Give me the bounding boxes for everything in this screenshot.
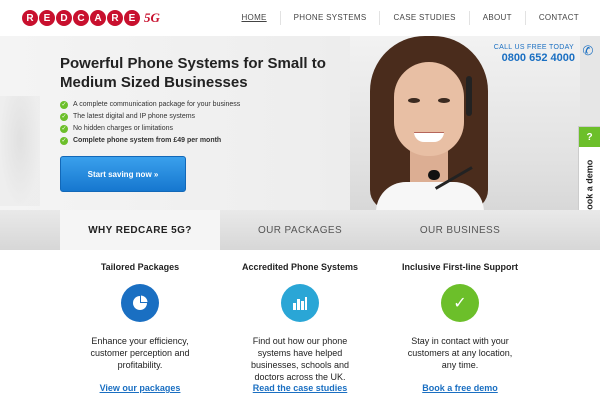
hero-banner: Powerful Phone Systems for Small to Medi… xyxy=(0,36,600,210)
view-packages-link[interactable]: View our packages xyxy=(55,383,225,393)
agent-face xyxy=(394,62,464,156)
logo-suffix: 5G xyxy=(144,10,160,25)
tab-why-redcare[interactable]: WHY REDCARE 5G? xyxy=(60,210,220,250)
pie-chart-icon xyxy=(121,284,159,322)
phone-icon: ✆ xyxy=(582,43,594,58)
phone-number[interactable]: 0800 652 4000 xyxy=(502,52,575,64)
bar-chart-icon xyxy=(281,284,319,322)
bullet-text: The latest digital and IP phone systems xyxy=(73,113,196,120)
logo-letter: A xyxy=(90,10,106,26)
logo-letter: D xyxy=(56,10,72,26)
headset-mic-tip xyxy=(428,170,440,180)
feature-title: Inclusive First-line Support xyxy=(401,262,518,272)
hero-bullet: ✓ A complete communication package for yo… xyxy=(60,99,240,111)
feature-accredited-systems: Accredited Phone Systems Find out how ou… xyxy=(215,262,385,393)
bullet-text: No hidden charges or limitations xyxy=(73,125,173,132)
check-icon: ✓ xyxy=(60,137,68,145)
info-tabs: WHY REDCARE 5G? OUR PACKAGES OUR BUSINES… xyxy=(0,210,600,250)
support-agent-photo xyxy=(362,36,497,210)
nav-case-studies[interactable]: CASE STUDIES xyxy=(379,11,468,25)
logo-letter: E xyxy=(124,10,140,26)
tab-our-business[interactable]: OUR BUSINESS xyxy=(380,210,540,250)
check-icon: ✓ xyxy=(60,113,68,121)
check-icon: ✓ xyxy=(60,101,68,109)
logo-letter: R xyxy=(22,10,38,26)
tab-our-packages[interactable]: OUR PACKAGES xyxy=(220,210,380,250)
agent-eye xyxy=(408,98,420,103)
agent-shirt xyxy=(376,182,484,210)
hero-bullet: ✓ No hidden charges or limitations xyxy=(60,123,240,135)
main-nav: HOME PHONE SYSTEMS CASE STUDIES ABOUT CO… xyxy=(228,0,592,36)
hero-title: Powerful Phone Systems for Small to Medi… xyxy=(60,55,326,91)
bullet-text: A complete communication package for you… xyxy=(73,101,241,108)
logo-letter: R xyxy=(107,10,123,26)
logo-letter: E xyxy=(39,10,55,26)
site-header: R E D C A R E 5G HOME PHONE SYSTEMS CASE… xyxy=(0,0,600,36)
feature-title: Accredited Phone Systems xyxy=(241,262,359,272)
feature-first-line-support: Inclusive First-line Support ✓ Stay in c… xyxy=(375,262,545,393)
agent-smile xyxy=(414,132,444,142)
nav-home[interactable]: HOME xyxy=(228,11,279,25)
help-icon: ? xyxy=(579,127,600,147)
feature-title: Tailored Packages xyxy=(100,262,180,272)
book-demo-label: Book a demo xyxy=(584,159,595,210)
agent-eye xyxy=(438,98,450,103)
nav-phone-systems[interactable]: PHONE SYSTEMS xyxy=(279,11,380,25)
hero-bullet-list: ✓ A complete communication package for yo… xyxy=(60,99,240,147)
book-demo-tab[interactable]: ? Book a demo xyxy=(578,126,600,210)
nav-about[interactable]: ABOUT xyxy=(468,11,525,25)
headset-icon xyxy=(466,76,472,116)
check-icon: ✓ xyxy=(60,125,68,133)
call-label: CALL US FREE TODAY xyxy=(493,44,574,51)
nav-contact[interactable]: CONTACT xyxy=(524,11,592,25)
feature-description: Stay in contact with your customers at a… xyxy=(407,336,513,370)
logo-letter: C xyxy=(73,10,89,26)
feature-tailored-packages: Tailored Packages Enhance your efficienc… xyxy=(55,262,225,393)
read-case-studies-link[interactable]: Read the case studies xyxy=(215,383,385,393)
book-demo-label-wrap: Book a demo xyxy=(579,149,600,210)
hero-bullet: ✓ The latest digital and IP phone systems xyxy=(60,111,240,123)
bullet-text: Complete phone system from £49 per month xyxy=(73,137,222,144)
plant-image xyxy=(0,96,40,206)
hero-bullet: ✓ Complete phone system from £49 per mont… xyxy=(60,135,240,147)
check-icon: ✓ xyxy=(441,284,479,322)
feature-description: Find out how our phone systems have help… xyxy=(250,336,350,382)
book-free-demo-link[interactable]: Book a free demo xyxy=(375,383,545,393)
start-saving-button[interactable]: Start saving now » xyxy=(60,156,186,192)
redcare-logo[interactable]: R E D C A R E 5G xyxy=(22,7,160,29)
feature-description: Enhance your efficiency, customer percep… xyxy=(90,336,190,370)
